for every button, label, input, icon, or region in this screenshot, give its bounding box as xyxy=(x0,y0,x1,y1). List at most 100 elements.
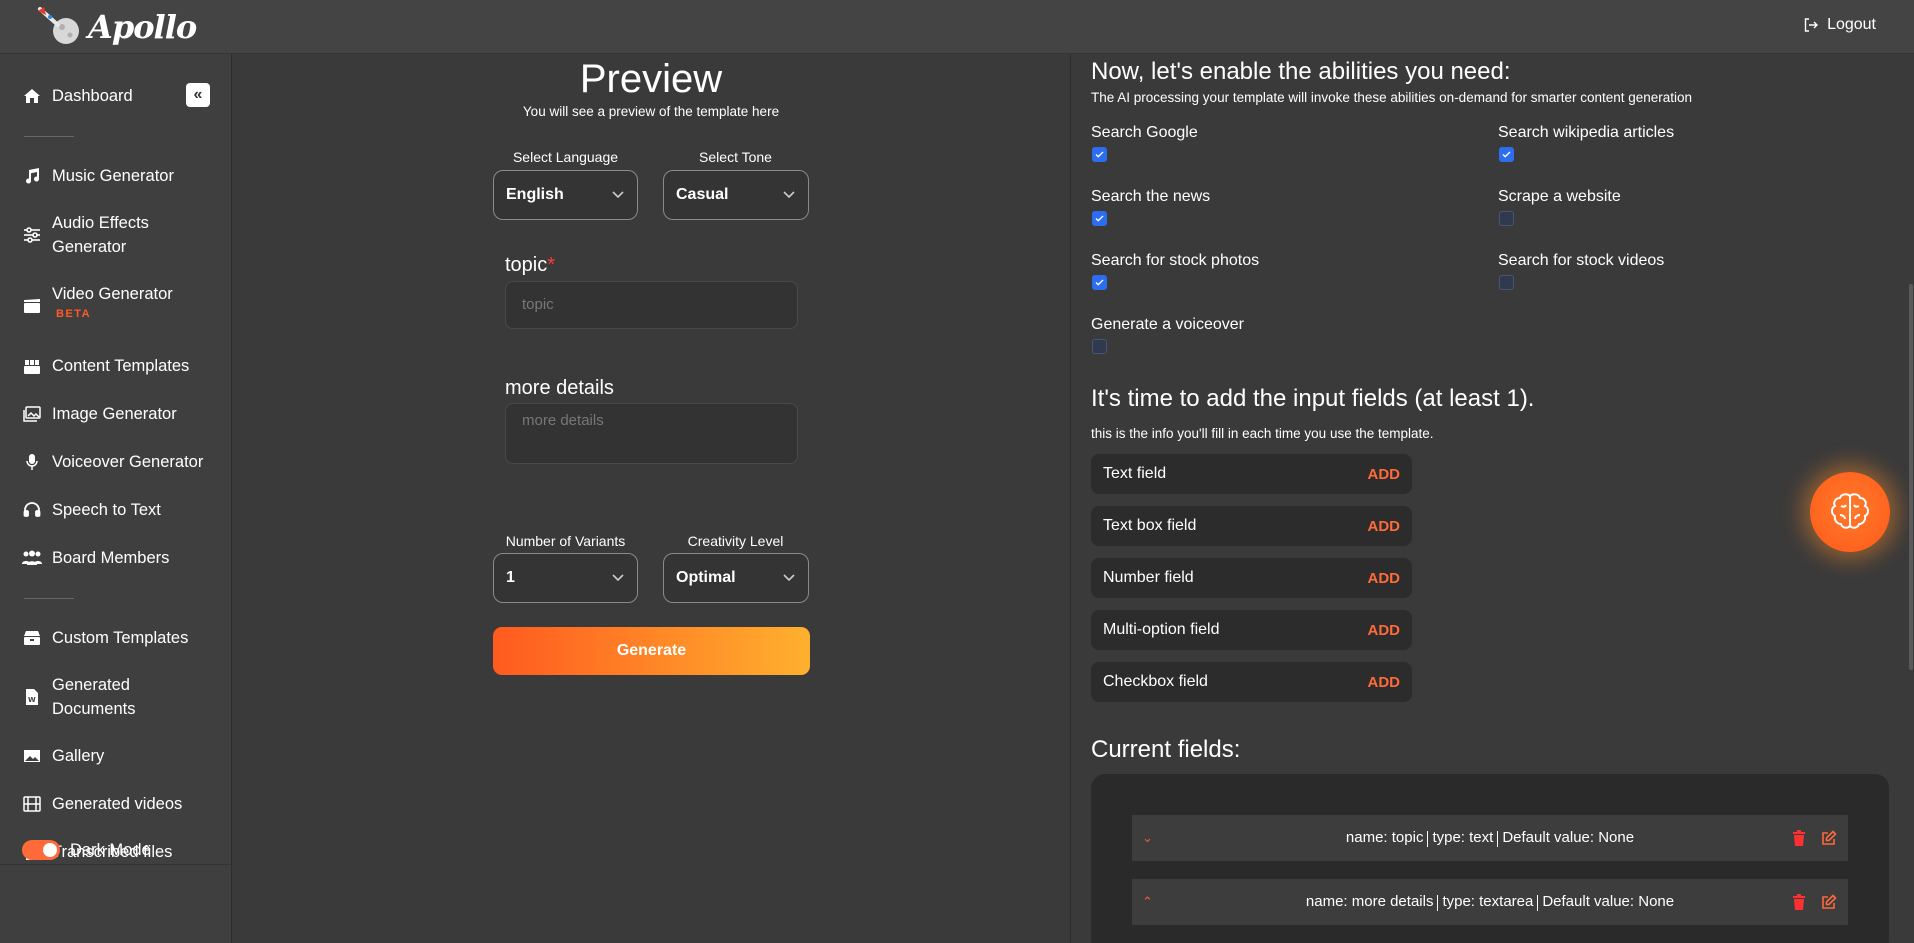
headset-icon xyxy=(22,498,42,522)
ability-stock-photos-checkbox[interactable] xyxy=(1092,275,1107,290)
svg-text:W: W xyxy=(28,696,36,704)
sidebar-item-gallery[interactable]: Gallery xyxy=(22,744,212,768)
sidebar-divider xyxy=(24,136,74,137)
chevron-down-icon xyxy=(782,571,796,585)
rocket-icon xyxy=(38,7,79,44)
trash-icon[interactable] xyxy=(1790,893,1808,911)
sidebar-item-label: Video Generator xyxy=(52,285,173,303)
ability-search-news-label: Search the news xyxy=(1091,188,1211,205)
preview-title: Preview xyxy=(579,57,723,101)
brain-icon xyxy=(1831,493,1869,529)
logout-label: Logout xyxy=(1827,16,1876,33)
sidebar-item-board-members[interactable]: Board Members xyxy=(22,546,212,570)
field-type-multi-option: Multi-option field ADD xyxy=(1091,610,1412,650)
sidebar-item-label: Board Members xyxy=(52,549,170,567)
sidebar-item-speech-to-text[interactable]: Speech to Text xyxy=(22,498,212,522)
add-number-field-button[interactable]: ADD xyxy=(1368,570,1401,587)
sidebar-item-generated-documents[interactable]: W Generated Documents xyxy=(22,673,212,721)
topic-input[interactable]: topic xyxy=(505,281,798,329)
add-textbox-field-button[interactable]: ADD xyxy=(1368,518,1401,535)
tone-label: Select Tone xyxy=(699,149,772,165)
ability-voiceover-checkbox[interactable] xyxy=(1092,339,1107,354)
topic-label: topic* xyxy=(505,254,556,276)
check-icon xyxy=(1095,279,1104,286)
field-type-label: Number field xyxy=(1103,569,1194,586)
field-type-checkbox: Checkbox field ADD xyxy=(1091,662,1412,702)
dark-mode-toggle[interactable] xyxy=(22,840,60,860)
required-marker: * xyxy=(547,254,556,276)
music-icon xyxy=(22,164,42,188)
language-label: Select Language xyxy=(512,149,619,165)
ability-scrape-website-label: Scrape a website xyxy=(1498,188,1621,205)
chevron-down-icon xyxy=(782,188,796,202)
ability-stock-videos-label: Search for stock videos xyxy=(1498,252,1665,269)
sidebar-item-generated-videos[interactable]: Generated videos xyxy=(22,792,212,816)
film-icon xyxy=(22,792,42,816)
expand-toggle[interactable]: ⌄ xyxy=(1142,830,1153,846)
logo[interactable]: Apollo xyxy=(36,5,197,49)
sidebar-item-audio-effects-generator[interactable]: Audio Effects Generator xyxy=(22,211,212,259)
scrollbar-thumb[interactable] xyxy=(1909,284,1913,670)
sidebar-item-label: Voiceover Generator xyxy=(52,453,204,471)
check-icon xyxy=(1095,215,1104,222)
language-select[interactable]: English xyxy=(493,170,638,220)
sidebar-item-image-generator[interactable]: Image Generator xyxy=(22,402,212,426)
collapse-toggle[interactable]: ⌃ xyxy=(1142,894,1153,910)
current-field-row: ⌃ name: more details type: textarea Defaul… xyxy=(1132,879,1848,925)
logo-text: Apollo xyxy=(88,8,197,46)
more-details-label: more details xyxy=(505,377,614,399)
ability-stock-videos-checkbox[interactable] xyxy=(1499,275,1514,290)
ai-assistant-button[interactable] xyxy=(1810,472,1890,552)
sidebar-item-dashboard[interactable]: Dashboard xyxy=(22,84,212,108)
images-icon xyxy=(22,402,42,426)
sidebar-item-label: Dashboard xyxy=(52,87,133,105)
add-text-field-button[interactable]: ADD xyxy=(1368,466,1401,483)
variants-select[interactable]: 1 xyxy=(493,553,638,603)
creativity-value: Optimal xyxy=(676,569,736,586)
sidebar-bottom-divider xyxy=(0,864,231,865)
check-icon xyxy=(1095,151,1104,158)
add-multi-option-field-button[interactable]: ADD xyxy=(1368,622,1401,639)
clapperboard-icon xyxy=(22,294,42,318)
field-type-label: Checkbox field xyxy=(1103,673,1208,690)
tone-select[interactable]: Casual xyxy=(663,170,809,220)
sidebar-item-label: Content Templates xyxy=(52,357,190,375)
sidebar-item-label: Gallery xyxy=(52,747,105,765)
more-details-textarea[interactable]: more details xyxy=(505,403,798,464)
input-fields-heading: It's time to add the input fields (at le… xyxy=(1091,385,1535,412)
ability-search-google-checkbox[interactable] xyxy=(1092,147,1107,162)
sidebar-item-video-generator[interactable]: Video Generator BETA xyxy=(22,282,212,322)
abilities-description: The AI processing your template will inv… xyxy=(1091,90,1693,105)
sidebar-item-voiceover-generator[interactable]: Voiceover Generator xyxy=(22,450,212,474)
word-doc-icon: W xyxy=(22,685,42,709)
sidebar-item-content-templates[interactable]: Content Templates xyxy=(22,354,212,378)
sidebar-item-label: Audio Effects Generator xyxy=(52,214,149,256)
panel-divider xyxy=(1070,54,1071,943)
preview-subtitle: You will see a preview of the template h… xyxy=(522,104,780,119)
top-bar: Apollo Logout xyxy=(0,0,1914,54)
sidebar-item-custom-templates[interactable]: Custom Templates xyxy=(22,626,212,650)
logout-button[interactable]: Logout xyxy=(1803,16,1876,34)
add-checkbox-field-button[interactable]: ADD xyxy=(1368,674,1401,691)
sidebar-bottom-cover xyxy=(0,864,231,943)
creativity-select[interactable]: Optimal xyxy=(663,553,809,603)
edit-icon[interactable] xyxy=(1820,829,1838,847)
creativity-label: Creativity Level xyxy=(687,533,784,549)
generate-button[interactable]: Generate xyxy=(493,627,810,675)
field-type-textbox: Text box field ADD xyxy=(1091,506,1412,546)
current-field-row: ⌄ name: topic type: text Default value: No… xyxy=(1132,815,1848,861)
microphone-icon xyxy=(22,450,42,474)
ability-search-wikipedia-checkbox[interactable] xyxy=(1499,147,1514,162)
sidebar: « Dashboard Music Generator Audio Effect… xyxy=(0,54,232,943)
sidebar-item-label: Generated Documents xyxy=(52,676,136,718)
ability-search-wikipedia-label: Search wikipedia articles xyxy=(1498,124,1675,141)
ability-stock-photos-label: Search for stock photos xyxy=(1091,252,1260,269)
ability-search-news-checkbox[interactable] xyxy=(1092,211,1107,226)
ability-scrape-website-checkbox[interactable] xyxy=(1499,211,1514,226)
photo-icon xyxy=(22,744,42,768)
field-type-text: Text field ADD xyxy=(1091,454,1412,494)
home-icon xyxy=(22,84,42,108)
trash-icon[interactable] xyxy=(1790,829,1808,847)
sidebar-item-music-generator[interactable]: Music Generator xyxy=(22,164,212,188)
edit-icon[interactable] xyxy=(1820,893,1838,911)
